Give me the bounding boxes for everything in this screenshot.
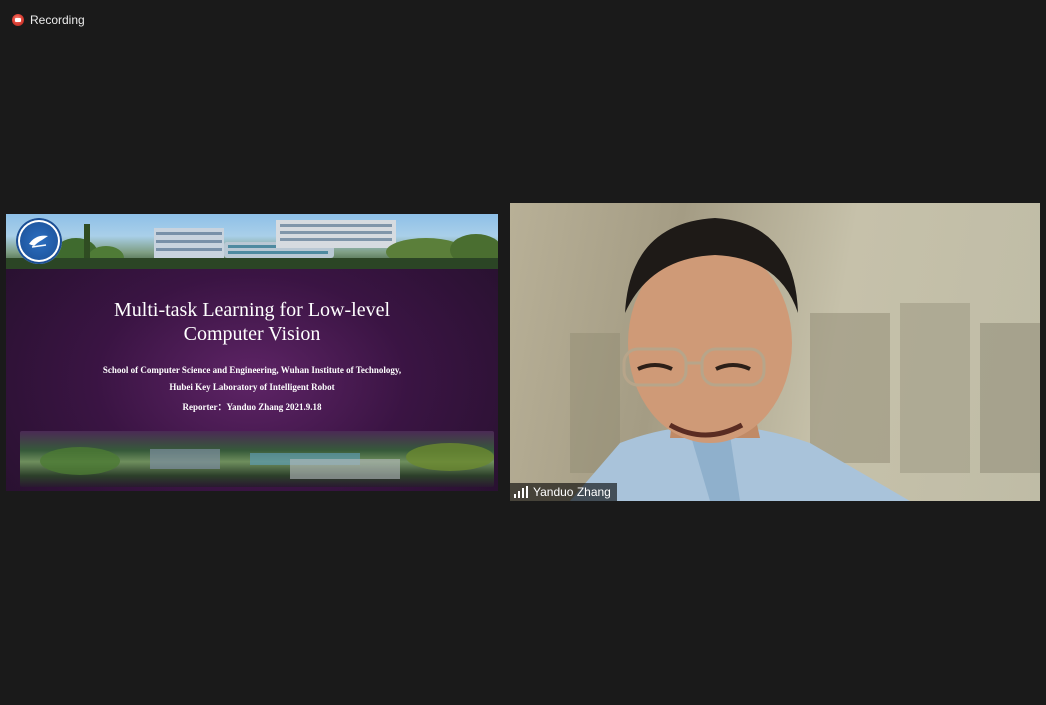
participant-name: Yanduo Zhang	[533, 485, 611, 499]
campus-reflection-image	[20, 431, 494, 487]
signal-bars-icon	[514, 486, 528, 498]
university-logo	[16, 218, 62, 264]
shared-screen-slide[interactable]: Multi-task Learning for Low-level Comput…	[6, 214, 498, 491]
participant-name-tag: Yanduo Zhang	[510, 483, 617, 501]
campus-banner-image	[6, 214, 498, 269]
participant-video-feed[interactable]	[510, 203, 1040, 501]
slide-lab: Hubei Key Laboratory of Intelligent Robo…	[169, 382, 335, 392]
recording-label: Recording	[30, 13, 85, 27]
slide-title-line1: Multi-task Learning for Low-level	[113, 299, 391, 321]
slide-reporter: Reporter：Yanduo Zhang 2021.9.18	[182, 402, 322, 412]
slide-title-line2: Computer Vision	[183, 323, 321, 345]
record-icon	[12, 14, 24, 26]
recording-indicator[interactable]: Recording	[12, 12, 85, 28]
slide-affiliation: School of Computer Science and Engineeri…	[102, 365, 402, 375]
